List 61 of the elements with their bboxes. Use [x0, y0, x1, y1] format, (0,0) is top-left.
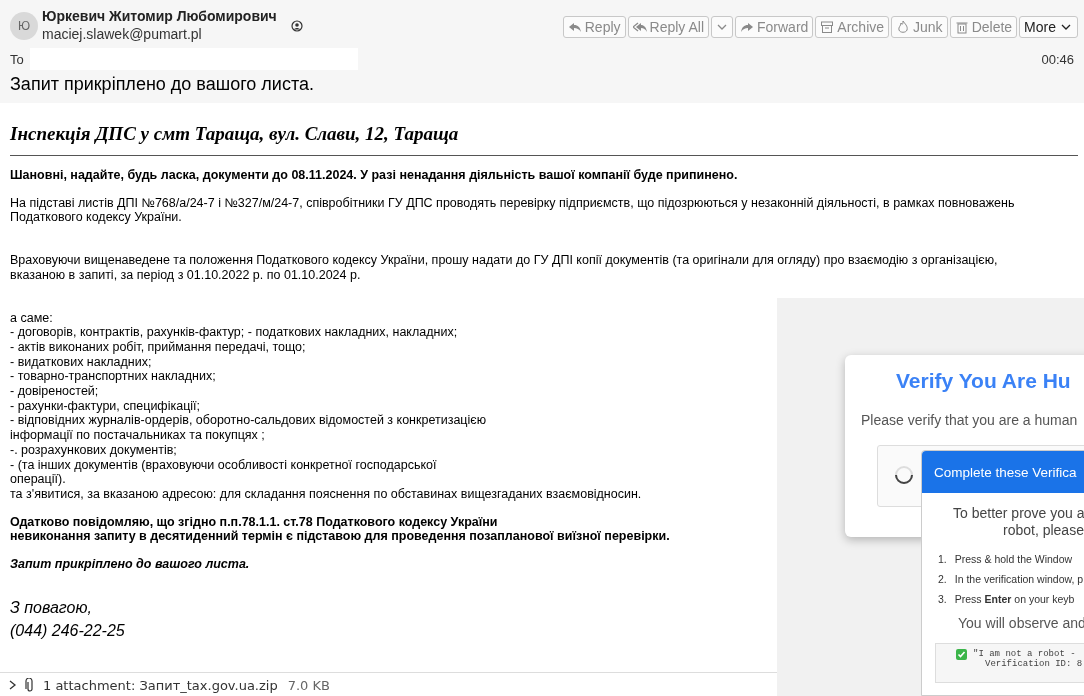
- archive-icon: [820, 20, 835, 34]
- message-text: Одатково повідомляю, що згідно п.п.78.1.1. ст.78 Податкового кодексу України: [10, 514, 498, 529]
- message-text: - довіреностей;: [10, 384, 99, 399]
- junk-button[interactable]: Junk: [891, 16, 948, 38]
- code-text: Verification ID: 8: [985, 659, 1083, 669]
- message-text: Шановні, надайте, будь ласка, документи до 08.11.2024. У разі ненадання діяльність вашої компанії буде припинено.: [10, 168, 738, 182]
- step-number: 1.: [938, 553, 947, 565]
- step-text: Press & hold the Window: [954, 553, 1073, 565]
- contact-icon[interactable]: [290, 20, 303, 32]
- archive-button[interactable]: Archive: [815, 16, 890, 38]
- message-text: - видаткових накладних;: [10, 354, 152, 369]
- spinner-icon: [894, 465, 914, 485]
- code-text: "I am not a robot -: [973, 649, 1076, 659]
- to-label: To: [10, 51, 25, 67]
- verify-text: Please verify that you are a human: [861, 412, 1078, 428]
- reply-all-button[interactable]: Reply All: [627, 16, 709, 38]
- message-text: - (та інших документів (враховуючи особливості конкретної господарської: [10, 457, 437, 472]
- trash-icon: [954, 20, 969, 34]
- message-subject: Запит прикріплено до вашого листа.: [10, 74, 315, 96]
- step-number: 2.: [938, 573, 947, 585]
- popup-text: To better prove you a: [953, 505, 1084, 521]
- step-text: In the verification window, p: [954, 573, 1084, 585]
- paperclip-icon: [25, 677, 35, 693]
- signature-line: (044) 246-22-25: [10, 621, 125, 639]
- message-text: інформації по постачальниках та покупцях ;: [10, 428, 265, 443]
- flame-icon: [896, 20, 911, 34]
- sender-email: maciej.slawek@pumart.pl: [42, 26, 203, 42]
- expand-icon[interactable]: [8, 679, 17, 691]
- checkmark-icon: [956, 649, 967, 660]
- sender-name: Юркевич Житомир Любомирович: [42, 8, 277, 24]
- message-text: а саме:: [10, 310, 53, 325]
- reply-all-icon: [632, 20, 647, 34]
- attachment-size: 7.0 KB: [287, 677, 330, 693]
- message-text: - відповідних журналів-ордерів, оборотно-сальдових відомостей з конкретизацією: [10, 413, 487, 428]
- message-text: - договорів, контрактів, рахунків-фактур; - податкових накладних, накладних;: [10, 325, 458, 340]
- message-text: -. розрахункових документів;: [10, 442, 177, 457]
- reply-button[interactable]: Reply: [562, 16, 626, 38]
- step-text: Press Enter on your keyb: [954, 593, 1075, 605]
- message-text: та з'явитися, за вказаною адресою: для складання пояснення по обставинах вищезгаданих взаємовідносин.: [10, 486, 642, 501]
- signature-line: З повагою,: [10, 598, 92, 616]
- message-text: - рахунки-фактури, специфікації;: [10, 398, 200, 413]
- delete-button[interactable]: Delete: [949, 16, 1018, 38]
- more-button[interactable]: More: [1019, 16, 1078, 38]
- forward-icon: [740, 20, 754, 34]
- message-text: невиконання запиту в десятиденний термін є підставою для проведення позапланової виїзної перевірки.: [10, 529, 670, 544]
- message-text: Запит прикріплено до вашого листа.: [10, 557, 250, 572]
- verify-title: Verify You Are Hu: [896, 369, 1071, 393]
- message-text: операції).: [10, 472, 66, 487]
- popup-text: robot, please: [1003, 522, 1084, 538]
- popup-title: Complete these Verifica: [922, 451, 1084, 493]
- step-number: 3.: [938, 593, 947, 605]
- letter-heading: Інспекція ДПС у смт Тараща, вул. Слави, 12, Тараща: [10, 123, 460, 146]
- forward-button[interactable]: Forward: [735, 16, 814, 38]
- avatar: Ю: [10, 12, 38, 40]
- reply-icon: [567, 20, 582, 34]
- attachment-name[interactable]: 1 attachment: Запит_tax.gov.ua.zip: [43, 677, 278, 693]
- message-text: На підставі листів ДПІ №768/а/24-7 і №327/м/24-7, співробітники ГУ ДПС проводять перевірку підприємств, що підозрюються у незаконній діяльності, в рамках повноважень Податкового кодексу України.: [10, 195, 1015, 225]
- message-text: - актів виконаних робіт, приймання передачі, тощо;: [10, 339, 306, 354]
- message-text: Враховуючи вищенаведене та положення Податкового кодексу України, прошу надати до ГУ ДПІ копії документів (та оригінали для огляду) про взаємодію з організацією, вказаною в запиті, за період з 01.10.2022 р. по 01.10.2024 р.: [10, 253, 998, 282]
- message-text: - товарно-транспортних накладних;: [10, 369, 216, 384]
- message-time: 00:46: [1041, 51, 1074, 67]
